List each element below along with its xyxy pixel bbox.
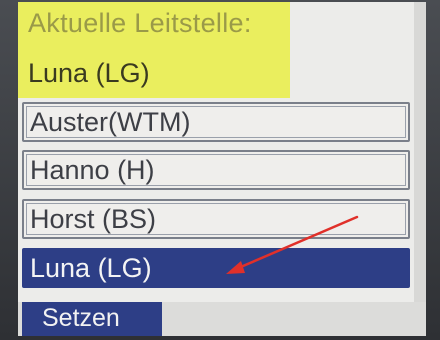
set-button-label: Setzen <box>42 304 120 332</box>
set-button[interactable]: Setzen <box>22 302 162 336</box>
current-control-center-panel: Aktuelle Leitstelle: Luna (LG) <box>18 2 290 98</box>
list-item-horst[interactable]: Horst (BS) <box>22 199 410 239</box>
list-item-label: Luna (LG) <box>30 253 152 283</box>
list-item-label: Hanno (H) <box>30 155 155 185</box>
scrollbar[interactable] <box>414 2 426 336</box>
list-item-label: Horst (BS) <box>30 204 157 234</box>
list-item-luna-selected[interactable]: Luna (LG) <box>22 248 410 288</box>
current-control-center-value: Luna (LG) <box>28 58 150 88</box>
list-item-hanno[interactable]: Hanno (H) <box>22 150 410 190</box>
list-item-auster[interactable]: Auster(WTM) <box>22 102 410 142</box>
list-item-label: Auster(WTM) <box>30 107 191 137</box>
current-control-center-label: Aktuelle Leitstelle: <box>28 8 252 38</box>
device-screen: Aktuelle Leitstelle: Luna (LG) Auster(WT… <box>18 2 426 336</box>
softkey-bar: Setzen <box>18 302 426 336</box>
